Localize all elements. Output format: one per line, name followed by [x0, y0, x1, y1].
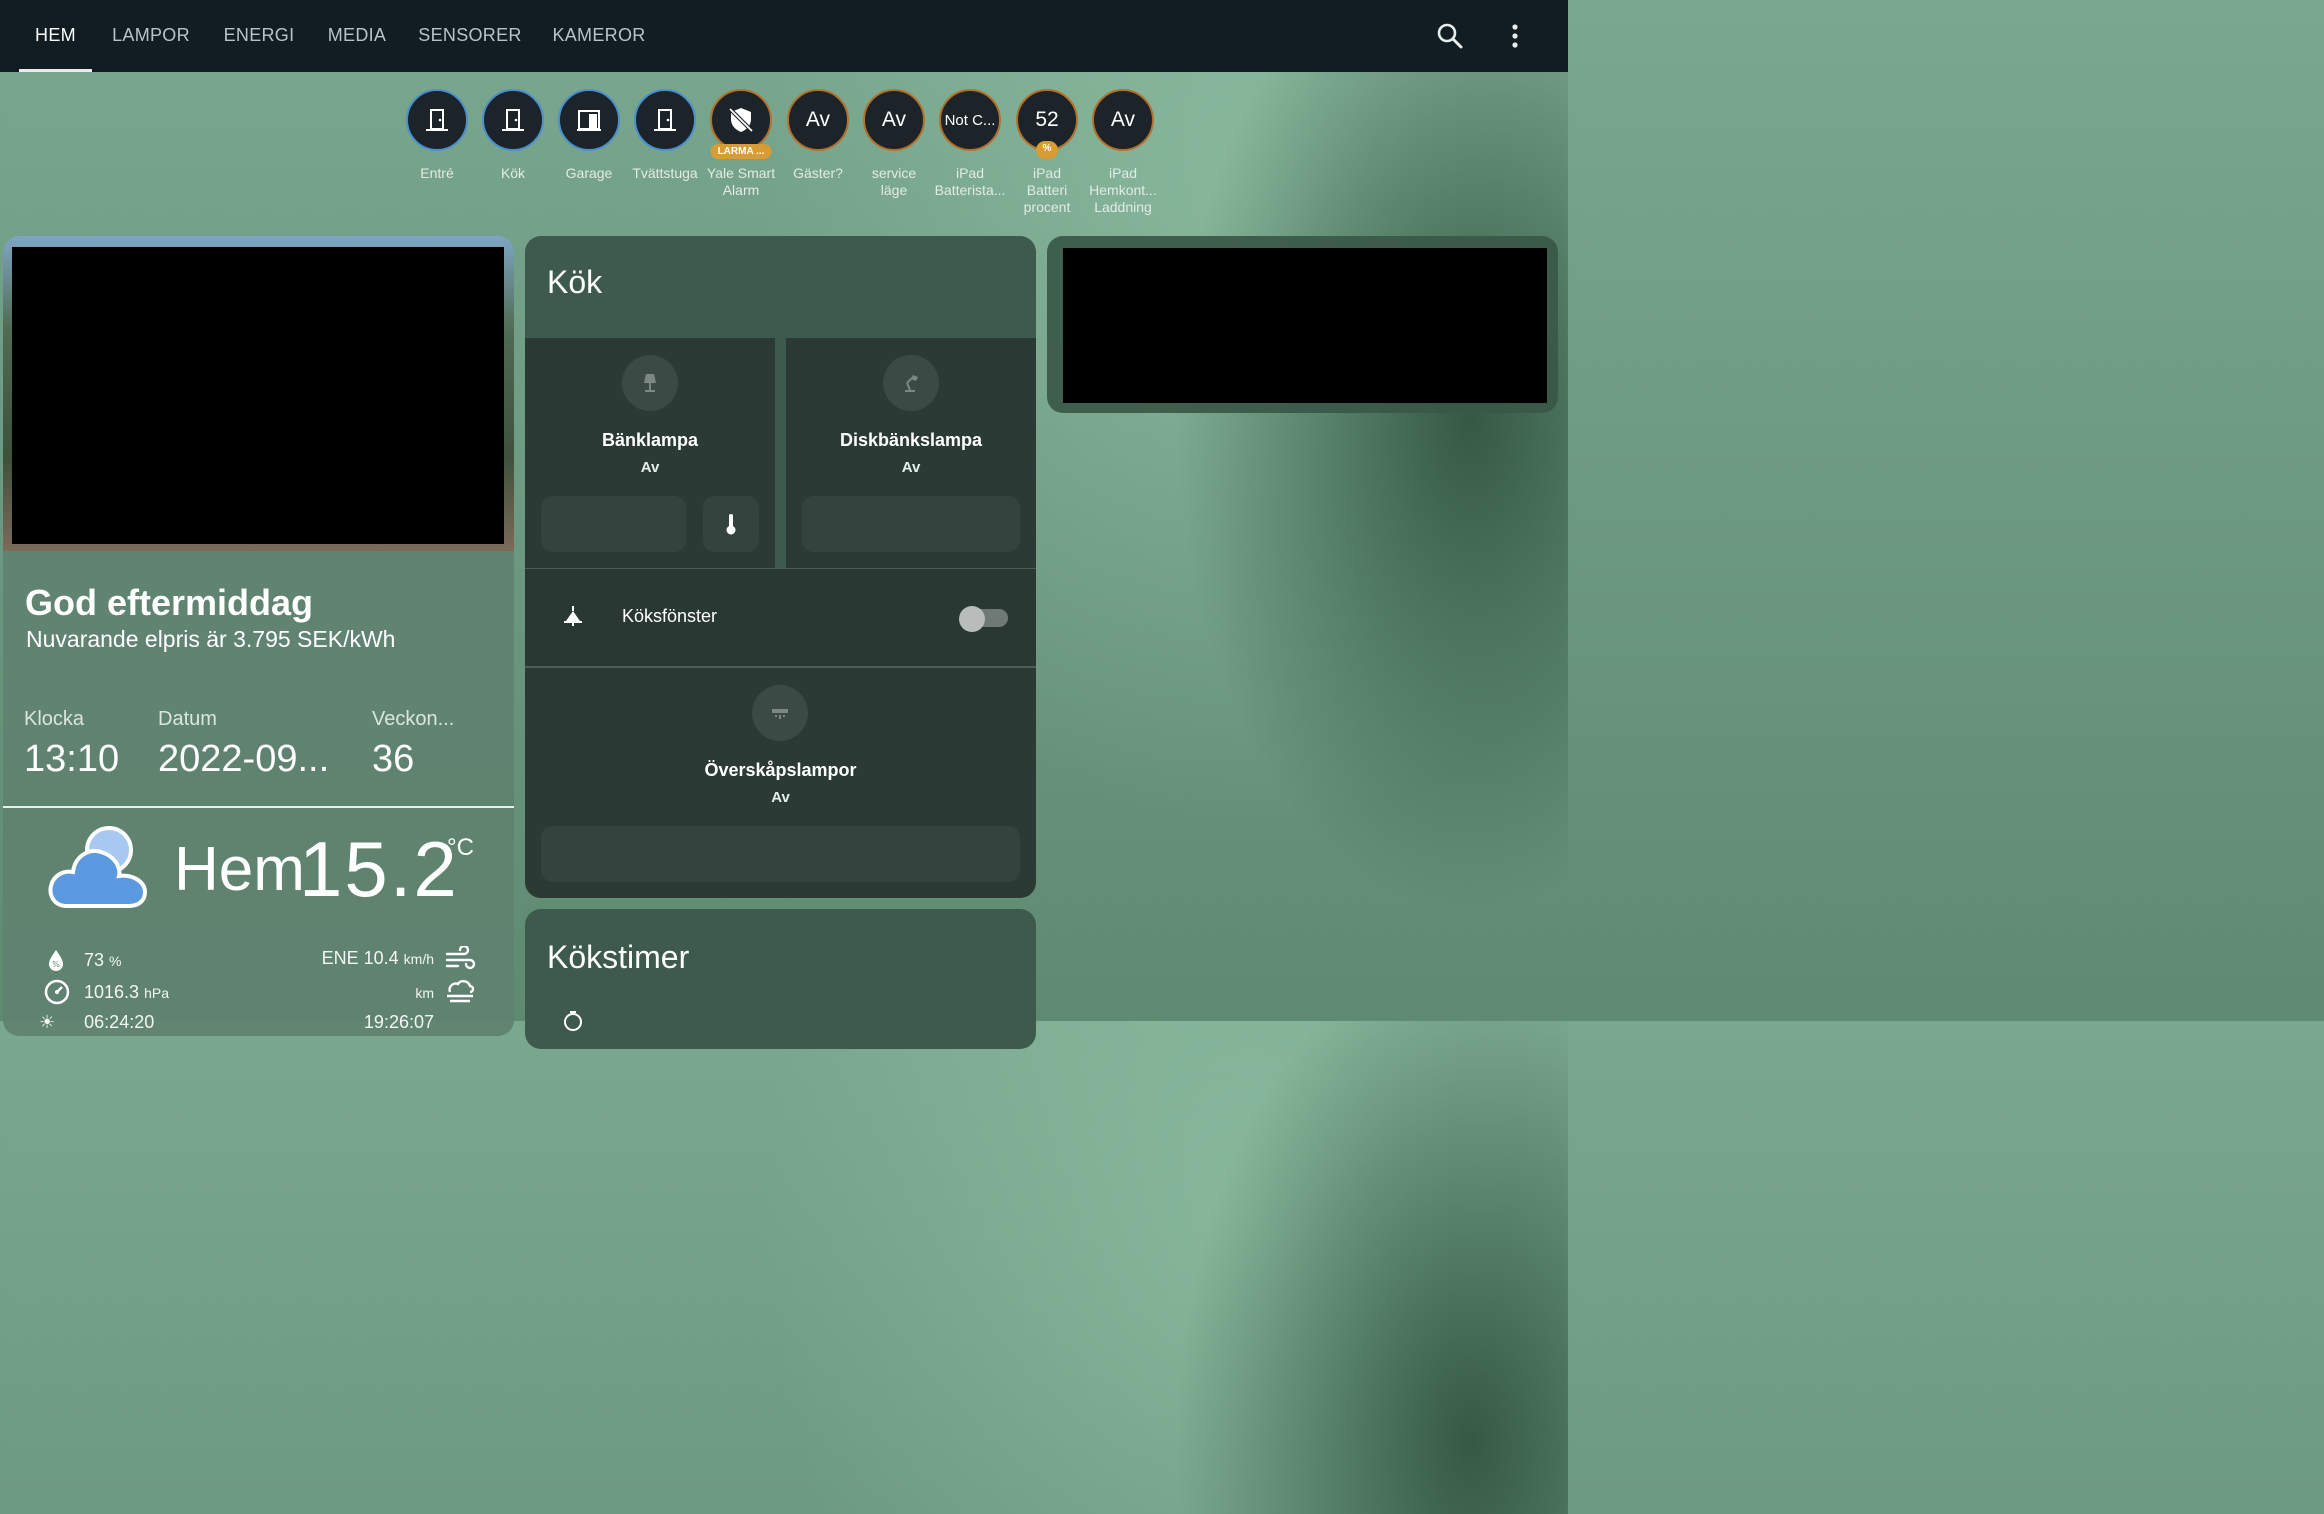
tile-name: Överskåpslampor: [704, 760, 857, 780]
tab-hem[interactable]: HEM: [19, 0, 92, 72]
sunrise-row: ☀ 06:24:20: [39, 1012, 155, 1032]
kok-card-title: Kök: [547, 264, 603, 300]
brightness-control[interactable]: [802, 496, 1020, 552]
shield-off-icon: LARMA ...: [710, 89, 772, 159]
alarm-state-tag: LARMA ...: [710, 144, 772, 159]
badge-service-lage[interactable]: Av service läge: [856, 89, 932, 199]
clock-label: Klocka: [24, 708, 85, 730]
badge-kok[interactable]: Kök: [475, 89, 551, 182]
badge-label: iPad Batteri procent: [1023, 165, 1071, 215]
badge-value: Av: [863, 89, 925, 151]
tab-lampor[interactable]: LAMPOR: [105, 0, 197, 72]
visibility-value: km: [415, 985, 434, 1001]
camera-image-redacted: [12, 247, 504, 544]
date-value: 2022-09...: [158, 738, 330, 780]
brightness-control[interactable]: [541, 826, 1020, 882]
badge-yale-alarm[interactable]: LARMA ... Yale Smart Alarm: [703, 89, 779, 199]
sunrise-icon: ☀: [39, 1012, 56, 1032]
tile-state: Av: [640, 459, 660, 476]
humidity-value: 73 %: [84, 950, 122, 970]
search-icon[interactable]: [1432, 18, 1468, 54]
week-value: 36: [372, 738, 415, 780]
humidity-icon: %: [45, 948, 67, 977]
active-tab-indicator: [19, 69, 92, 72]
badge-value: Av: [1092, 89, 1154, 151]
badge-value: Not C...: [939, 89, 1001, 151]
badge-gaster[interactable]: Av Gäster?: [780, 89, 856, 182]
top-app-bar: HEM LAMPOR ENERGI MEDIA SENSORER KAMEROR: [0, 0, 1568, 72]
sunset-value: 19:26:07: [363, 1012, 434, 1032]
door-icon: [406, 89, 468, 151]
badge-value: 52 %: [1016, 89, 1078, 159]
ceiling-light-icon: [752, 685, 808, 741]
kokstimer-title: Kökstimer: [547, 939, 690, 975]
garage-door-icon: [558, 89, 620, 151]
fog-icon: [444, 978, 476, 1011]
pressure-gauge-icon: [43, 978, 71, 1011]
more-vert-icon[interactable]: [1497, 18, 1533, 54]
badge-label: iPad Hemkont... Laddning: [1089, 165, 1157, 215]
weather-location: Hem: [174, 835, 305, 904]
badge-tvattstuga[interactable]: Tvättstuga: [627, 89, 703, 182]
tile-banklampa[interactable]: Bänklampa Av: [525, 338, 775, 568]
badge-label: Gäster?: [793, 165, 843, 181]
wind-value: ENE 10.4 km/h: [321, 948, 434, 968]
clock-value: 13:10: [24, 738, 120, 780]
badge-label: Tvättstuga: [632, 165, 698, 181]
kokstimer-card: Kökstimer: [525, 909, 1036, 1049]
tile-diskbankslampa[interactable]: Diskbänkslampa Av: [786, 338, 1036, 568]
kok-card: Kök Bänklampa Av Diskbänkslampa Av Köksf…: [525, 236, 1036, 898]
camera-card[interactable]: [1047, 236, 1558, 413]
badge-ipad-batteristatus[interactable]: Not C... iPad Batterista...: [932, 89, 1008, 199]
tile-state: Av: [901, 459, 921, 476]
timer-icon: [561, 1009, 585, 1038]
badge-garage[interactable]: Garage: [551, 89, 627, 182]
date-label: Datum: [158, 708, 217, 730]
badge-label: Garage: [565, 165, 613, 181]
unit-tag: %: [1036, 141, 1058, 159]
badge-label: Kök: [500, 165, 526, 181]
tab-energi[interactable]: ENERGI: [218, 0, 300, 72]
badge-label: Entré: [420, 165, 454, 181]
brightness-control[interactable]: [541, 496, 686, 552]
badge-ipad-laddning[interactable]: Av iPad Hemkont... Laddning: [1085, 89, 1161, 216]
thermometer-icon[interactable]: [703, 496, 759, 552]
toggle-switch[interactable]: [959, 606, 985, 632]
tile-name: Diskbänkslampa: [839, 430, 983, 450]
badge-label: service läge: [871, 165, 917, 198]
tile-overskapslampor[interactable]: Överskåpslampor Av: [525, 668, 1036, 898]
tab-sensorer[interactable]: SENSORER: [414, 0, 526, 72]
divider: [3, 806, 514, 808]
tab-media[interactable]: MEDIA: [320, 0, 394, 72]
window-lamp-icon: [561, 604, 585, 633]
week-label: Veckon...: [372, 708, 455, 730]
row-name: Köksfönster: [622, 606, 718, 626]
pressure-value: 1016.3 hPa: [84, 982, 169, 1002]
door-icon: [634, 89, 696, 151]
tab-kameror[interactable]: KAMEROR: [546, 0, 652, 72]
badge-ipad-batteri-procent[interactable]: 52 % iPad Batteri procent: [1009, 89, 1085, 216]
electricity-price-text: Nuvarande elpris är 3.795 SEK/kWh: [26, 626, 396, 652]
tile-state: Av: [771, 789, 790, 806]
badge-label: iPad Batterista...: [934, 165, 1006, 198]
badge-value: Av: [787, 89, 849, 151]
lamp-icon: [622, 355, 678, 411]
weather-unit: °C: [447, 834, 474, 861]
cloud-icon: [45, 820, 149, 917]
greeting-title: God eftermiddag: [25, 582, 314, 623]
tile-name: Bänklampa: [601, 430, 699, 450]
badge-entre[interactable]: Entré: [399, 89, 475, 182]
camera-image-redacted: [1063, 248, 1547, 403]
row-koksfonster[interactable]: Köksfönster: [525, 569, 1036, 666]
svg-text:%: %: [52, 960, 60, 969]
wind-icon: [444, 944, 476, 979]
weather-temperature: 15.2: [299, 825, 459, 913]
desk-lamp-icon: [883, 355, 939, 411]
badge-label: Yale Smart Alarm: [706, 165, 776, 198]
greeting-weather-card: God eftermiddag Nuvarande elpris är 3.79…: [3, 236, 514, 1036]
door-icon: [482, 89, 544, 151]
